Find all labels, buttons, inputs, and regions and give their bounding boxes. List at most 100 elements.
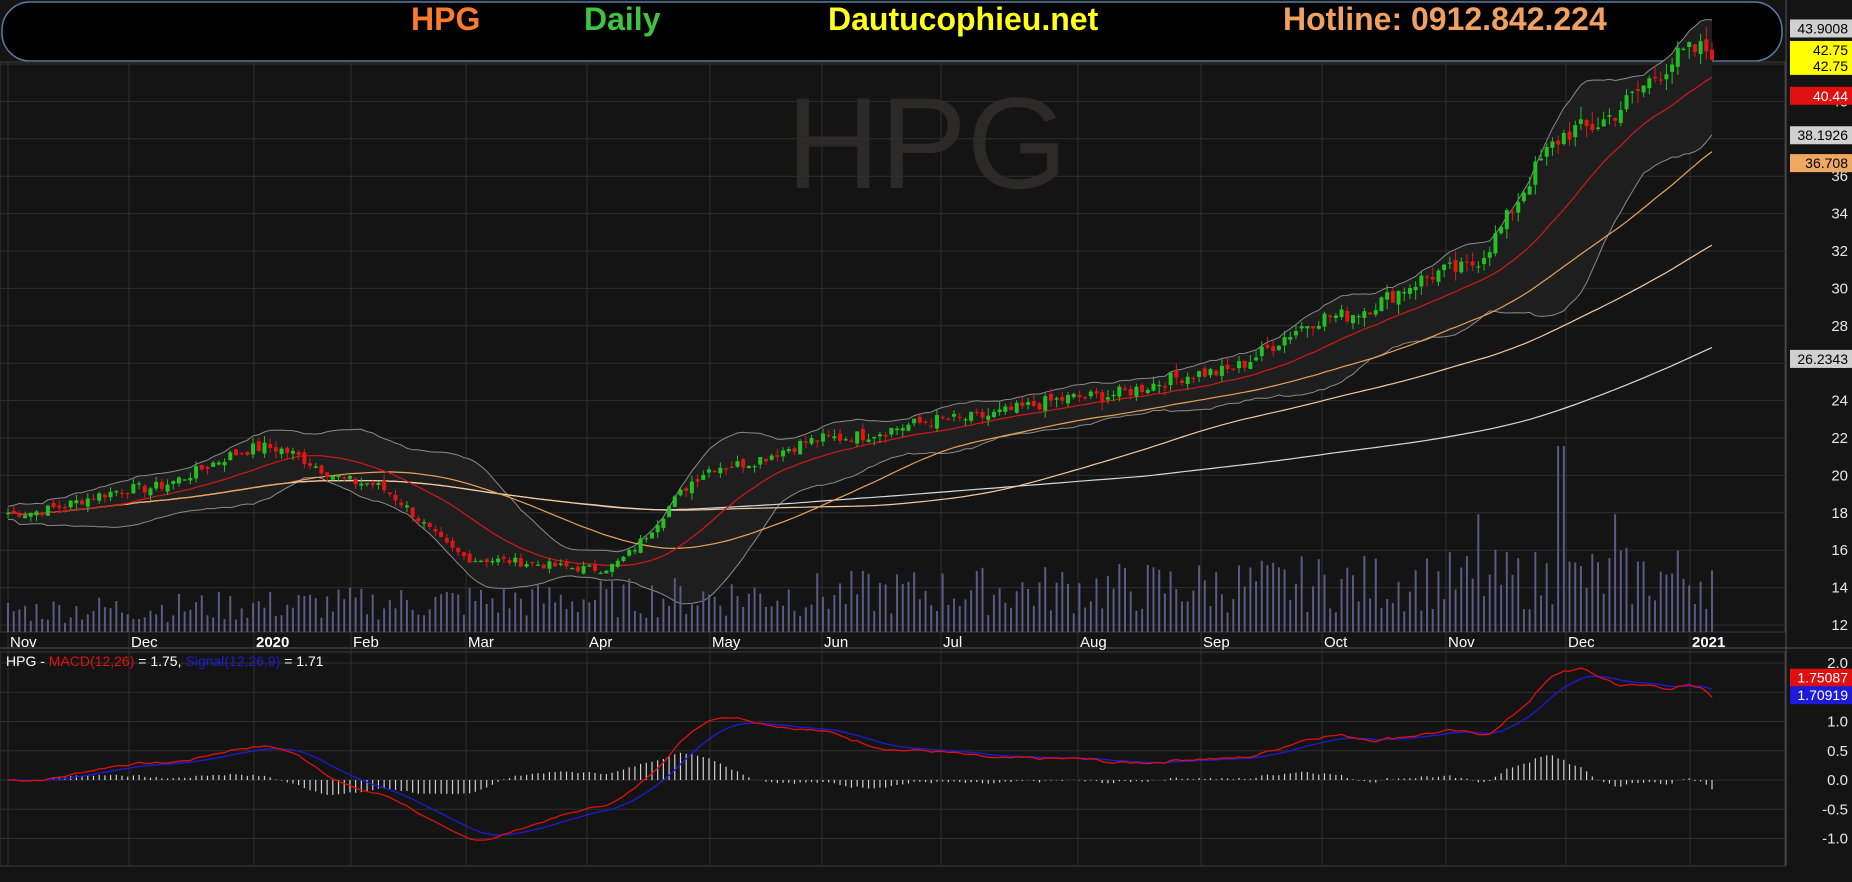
candle-body <box>273 447 278 452</box>
macd-tick-label: 0.5 <box>1827 743 1848 760</box>
candle-body <box>1145 389 1150 393</box>
candle-body <box>1083 397 1088 399</box>
month-tick-label: 2020 <box>256 634 289 651</box>
candle-body <box>1111 394 1116 397</box>
volume-bar <box>896 574 899 632</box>
volume-bar <box>75 606 78 632</box>
volume-bar <box>1049 610 1052 632</box>
candle-body <box>1664 74 1669 80</box>
volume-bar <box>747 593 750 632</box>
candle-body <box>917 416 922 423</box>
volume-bar <box>1312 586 1315 632</box>
volume-bar <box>736 596 739 632</box>
candle-body <box>194 466 199 479</box>
candle-body <box>1407 287 1412 295</box>
candle-body <box>638 538 643 553</box>
volume-bar <box>782 605 785 632</box>
candle-body <box>803 441 808 444</box>
candle-body <box>1066 395 1071 404</box>
volume-bar <box>160 604 163 632</box>
volume-bar <box>1106 575 1109 632</box>
macd-tick-label: -1.0 <box>1822 831 1848 848</box>
candle-body <box>319 465 324 474</box>
candle-body <box>1077 394 1082 398</box>
volume-bar <box>565 608 568 632</box>
volume-bar <box>571 601 574 632</box>
volume-bar <box>286 604 289 632</box>
volume-bar <box>742 606 745 632</box>
candle-body <box>1271 346 1276 352</box>
watermark: HPG <box>786 70 1068 216</box>
candle-body <box>758 457 763 465</box>
candle-body <box>895 428 900 431</box>
volume-bar <box>514 592 517 632</box>
candle-body <box>1134 386 1139 397</box>
candle-body <box>216 462 221 465</box>
volume-bar <box>730 584 733 632</box>
candle-body <box>353 478 358 485</box>
candle-body <box>290 450 295 454</box>
candle-body <box>604 570 609 574</box>
candle-body <box>1390 291 1395 303</box>
candle-body <box>860 428 865 441</box>
volume-bar <box>502 587 505 632</box>
volume-bar <box>884 584 887 632</box>
candle-body <box>1339 309 1344 317</box>
candle-body <box>1088 391 1093 397</box>
volume-bar <box>348 587 351 632</box>
volume-bar <box>958 606 961 632</box>
candle-body <box>838 433 843 441</box>
candle-body <box>553 562 558 567</box>
candle-body <box>1447 262 1452 264</box>
month-tick-label: Aug <box>1080 634 1107 651</box>
volume-bar <box>1465 555 1468 632</box>
volume-bar <box>576 612 579 632</box>
candle-body <box>393 494 398 501</box>
candle-body <box>1527 186 1532 195</box>
volume-bar <box>86 614 89 632</box>
candle-body <box>752 466 757 468</box>
candle-body <box>490 560 495 563</box>
volume-bar <box>1289 599 1292 632</box>
candle-body <box>718 467 723 474</box>
candle-body <box>1504 210 1509 230</box>
volume-bar <box>166 622 169 632</box>
volume-bar <box>861 570 864 632</box>
candle-body <box>513 557 518 563</box>
volume-bar <box>685 613 688 632</box>
volume-bar <box>702 591 705 632</box>
volume-bar <box>1232 599 1235 632</box>
volume-bar <box>542 603 545 632</box>
volume-bar <box>1135 610 1138 632</box>
candle-body <box>615 560 620 567</box>
banner-hotline: Hotline: 0912.842.224 <box>1283 1 1607 37</box>
volume-bar <box>1255 581 1258 632</box>
candle-body <box>1607 115 1612 117</box>
candle-body <box>359 483 364 486</box>
macd-tick-label: 0.0 <box>1827 772 1848 789</box>
volume-bar <box>497 612 500 632</box>
candle-body <box>1436 270 1441 282</box>
volume-bar <box>485 603 488 632</box>
candle-body <box>1356 316 1361 318</box>
candle-body <box>473 560 478 563</box>
volume-bar <box>918 599 921 632</box>
candle-body <box>507 559 512 564</box>
candle-body <box>91 498 96 500</box>
candle-body <box>1459 261 1464 273</box>
volume-bar <box>1277 567 1280 632</box>
candle-body <box>336 475 341 478</box>
volume-bar <box>1488 574 1491 632</box>
volume-bar <box>1078 583 1081 632</box>
candle-body <box>1379 297 1384 312</box>
volume-bar <box>1602 593 1605 632</box>
volume-bar <box>149 610 152 632</box>
candle-body <box>399 502 404 506</box>
volume-bar <box>1659 571 1662 632</box>
volume-bar <box>480 589 483 632</box>
macd-header-macd-label: MACD(12,26) <box>49 653 135 669</box>
candle-body <box>980 411 985 418</box>
volume-bar <box>519 598 522 632</box>
volume-bar <box>998 588 1001 632</box>
candle-body <box>1322 313 1327 327</box>
